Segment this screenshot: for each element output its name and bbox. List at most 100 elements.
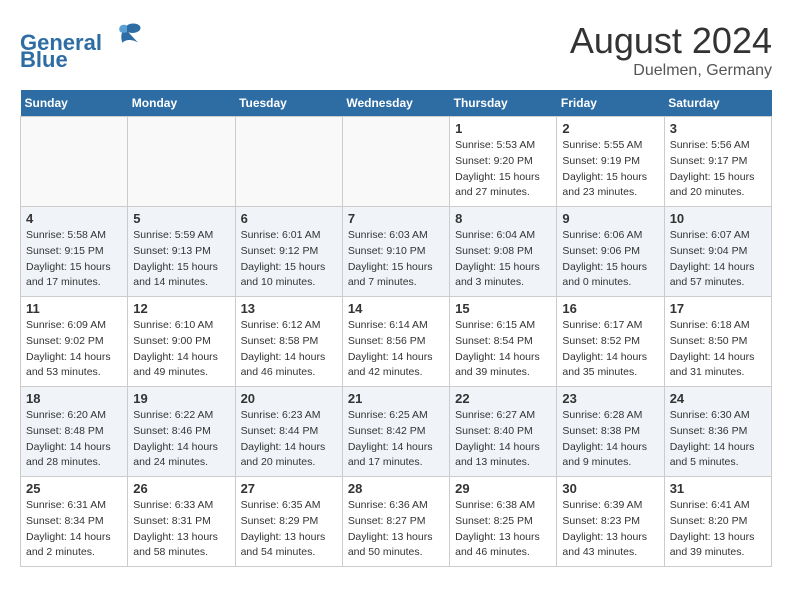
day-number: 25: [26, 481, 122, 496]
calendar-cell: 4 Sunrise: 5:58 AM Sunset: 9:15 PM Daylig…: [21, 207, 128, 297]
calendar-cell: 7 Sunrise: 6:03 AM Sunset: 9:10 PM Daylig…: [342, 207, 449, 297]
calendar-cell: [342, 117, 449, 207]
day-info: Sunrise: 6:35 AM Sunset: 8:29 PM Dayligh…: [241, 498, 337, 561]
weekday-header-friday: Friday: [557, 90, 664, 117]
day-number: 21: [348, 391, 444, 406]
day-number: 9: [562, 211, 658, 226]
weekday-header-sunday: Sunday: [21, 90, 128, 117]
logo: General Blue: [20, 20, 142, 73]
day-info: Sunrise: 6:17 AM Sunset: 8:52 PM Dayligh…: [562, 318, 658, 381]
day-number: 8: [455, 211, 551, 226]
calendar-cell: 9Sunrise: 6:06 AM Sunset: 9:06 PM Daylig…: [557, 207, 664, 297]
day-number: 17: [670, 301, 766, 316]
calendar-cell: 17 Sunrise: 6:18 AM Sunset: 8:50 PM Dayli…: [664, 297, 771, 387]
day-info: Sunrise: 5:55 AM Sunset: 9:19 PM Dayligh…: [562, 138, 658, 201]
calendar-cell: 21 Sunrise: 6:25 AM Sunset: 8:42 PM Dayli…: [342, 387, 449, 477]
day-number: 20: [241, 391, 337, 406]
day-info: Sunrise: 6:38 AM Sunset: 8:25 PM Dayligh…: [455, 498, 551, 561]
day-info: Sunrise: 6:23 AM Sunset: 8:44 PM Dayligh…: [241, 408, 337, 471]
calendar-cell: 19 Sunrise: 6:22 AM Sunset: 8:46 PM Dayli…: [128, 387, 235, 477]
day-info: Sunrise: 6:39 AM Sunset: 8:23 PM Dayligh…: [562, 498, 658, 561]
day-info: Sunrise: 6:31 AM Sunset: 8:34 PM Dayligh…: [26, 498, 122, 561]
weekday-header-saturday: Saturday: [664, 90, 771, 117]
calendar-cell: 29 Sunrise: 6:38 AM Sunset: 8:25 PM Dayli…: [450, 477, 557, 567]
day-number: 27: [241, 481, 337, 496]
day-number: 22: [455, 391, 551, 406]
calendar-cell: 14 Sunrise: 6:14 AM Sunset: 8:56 PM Dayli…: [342, 297, 449, 387]
calendar-cell: 10Sunrise: 6:07 AM Sunset: 9:04 PM Dayli…: [664, 207, 771, 297]
day-number: 29: [455, 481, 551, 496]
day-info: Sunrise: 6:01 AM Sunset: 9:12 PM Dayligh…: [241, 228, 337, 291]
calendar-cell: 1Sunrise: 5:53 AM Sunset: 9:20 PM Daylig…: [450, 117, 557, 207]
day-number: 30: [562, 481, 658, 496]
day-info: Sunrise: 5:59 AM Sunset: 9:13 PM Dayligh…: [133, 228, 229, 291]
weekday-header-monday: Monday: [128, 90, 235, 117]
calendar-week-row: 25 Sunrise: 6:31 AM Sunset: 8:34 PM Dayli…: [21, 477, 772, 567]
calendar-cell: 30 Sunrise: 6:39 AM Sunset: 8:23 PM Dayli…: [557, 477, 664, 567]
day-info: Sunrise: 6:20 AM Sunset: 8:48 PM Dayligh…: [26, 408, 122, 471]
day-info: Sunrise: 5:53 AM Sunset: 9:20 PM Dayligh…: [455, 138, 551, 201]
weekday-header-tuesday: Tuesday: [235, 90, 342, 117]
day-number: 11: [26, 301, 122, 316]
day-number: 4: [26, 211, 122, 226]
calendar-cell: 8 Sunrise: 6:04 AM Sunset: 9:08 PM Daylig…: [450, 207, 557, 297]
calendar-cell: 2 Sunrise: 5:55 AM Sunset: 9:19 PM Daylig…: [557, 117, 664, 207]
day-info: Sunrise: 5:56 AM Sunset: 9:17 PM Dayligh…: [670, 138, 766, 201]
calendar-cell: 11Sunrise: 6:09 AM Sunset: 9:02 PM Dayli…: [21, 297, 128, 387]
day-info: Sunrise: 6:15 AM Sunset: 8:54 PM Dayligh…: [455, 318, 551, 381]
day-number: 16: [562, 301, 658, 316]
calendar-week-row: 11Sunrise: 6:09 AM Sunset: 9:02 PM Dayli…: [21, 297, 772, 387]
calendar-cell: 6Sunrise: 6:01 AM Sunset: 9:12 PM Daylig…: [235, 207, 342, 297]
location-subtitle: Duelmen, Germany: [570, 62, 772, 80]
day-info: Sunrise: 5:58 AM Sunset: 9:15 PM Dayligh…: [26, 228, 122, 291]
calendar-week-row: 4 Sunrise: 5:58 AM Sunset: 9:15 PM Daylig…: [21, 207, 772, 297]
calendar-cell: 3 Sunrise: 5:56 AM Sunset: 9:17 PM Daylig…: [664, 117, 771, 207]
day-info: Sunrise: 6:25 AM Sunset: 8:42 PM Dayligh…: [348, 408, 444, 471]
weekday-header-row: SundayMondayTuesdayWednesdayThursdayFrid…: [21, 90, 772, 117]
day-number: 12: [133, 301, 229, 316]
day-info: Sunrise: 6:22 AM Sunset: 8:46 PM Dayligh…: [133, 408, 229, 471]
day-number: 7: [348, 211, 444, 226]
weekday-header-wednesday: Wednesday: [342, 90, 449, 117]
month-year-title: August 2024: [570, 20, 772, 62]
calendar-cell: [235, 117, 342, 207]
calendar-cell: 13 Sunrise: 6:12 AM Sunset: 8:58 PM Dayli…: [235, 297, 342, 387]
calendar-cell: 20 Sunrise: 6:23 AM Sunset: 8:44 PM Dayli…: [235, 387, 342, 477]
logo-bird-icon: [112, 20, 142, 50]
day-number: 28: [348, 481, 444, 496]
title-block: August 2024 Duelmen, Germany: [570, 20, 772, 80]
day-number: 23: [562, 391, 658, 406]
calendar-week-row: 1Sunrise: 5:53 AM Sunset: 9:20 PM Daylig…: [21, 117, 772, 207]
calendar-cell: 5Sunrise: 5:59 AM Sunset: 9:13 PM Daylig…: [128, 207, 235, 297]
day-number: 13: [241, 301, 337, 316]
day-number: 19: [133, 391, 229, 406]
calendar-cell: 12 Sunrise: 6:10 AM Sunset: 9:00 PM Dayli…: [128, 297, 235, 387]
day-number: 15: [455, 301, 551, 316]
day-info: Sunrise: 6:28 AM Sunset: 8:38 PM Dayligh…: [562, 408, 658, 471]
day-info: Sunrise: 6:30 AM Sunset: 8:36 PM Dayligh…: [670, 408, 766, 471]
day-info: Sunrise: 6:36 AM Sunset: 8:27 PM Dayligh…: [348, 498, 444, 561]
calendar-cell: 25 Sunrise: 6:31 AM Sunset: 8:34 PM Dayli…: [21, 477, 128, 567]
day-info: Sunrise: 6:03 AM Sunset: 9:10 PM Dayligh…: [348, 228, 444, 291]
day-info: Sunrise: 6:27 AM Sunset: 8:40 PM Dayligh…: [455, 408, 551, 471]
calendar-cell: 15 Sunrise: 6:15 AM Sunset: 8:54 PM Dayli…: [450, 297, 557, 387]
day-info: Sunrise: 6:41 AM Sunset: 8:20 PM Dayligh…: [670, 498, 766, 561]
day-number: 26: [133, 481, 229, 496]
calendar-week-row: 18 Sunrise: 6:20 AM Sunset: 8:48 PM Dayli…: [21, 387, 772, 477]
day-number: 3: [670, 121, 766, 136]
day-number: 18: [26, 391, 122, 406]
calendar-table: SundayMondayTuesdayWednesdayThursdayFrid…: [20, 90, 772, 567]
day-number: 14: [348, 301, 444, 316]
day-number: 2: [562, 121, 658, 136]
day-info: Sunrise: 6:18 AM Sunset: 8:50 PM Dayligh…: [670, 318, 766, 381]
day-number: 31: [670, 481, 766, 496]
day-info: Sunrise: 6:12 AM Sunset: 8:58 PM Dayligh…: [241, 318, 337, 381]
calendar-cell: [128, 117, 235, 207]
day-number: 24: [670, 391, 766, 406]
calendar-cell: 26Sunrise: 6:33 AM Sunset: 8:31 PM Dayli…: [128, 477, 235, 567]
calendar-cell: 28 Sunrise: 6:36 AM Sunset: 8:27 PM Dayli…: [342, 477, 449, 567]
day-info: Sunrise: 6:14 AM Sunset: 8:56 PM Dayligh…: [348, 318, 444, 381]
day-info: Sunrise: 6:10 AM Sunset: 9:00 PM Dayligh…: [133, 318, 229, 381]
calendar-cell: 16 Sunrise: 6:17 AM Sunset: 8:52 PM Dayli…: [557, 297, 664, 387]
day-info: Sunrise: 6:04 AM Sunset: 9:08 PM Dayligh…: [455, 228, 551, 291]
